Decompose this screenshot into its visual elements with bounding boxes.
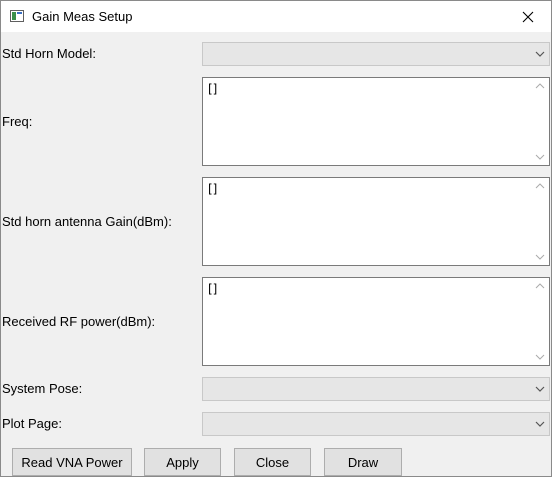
system-pose-combobox[interactable]	[202, 377, 550, 401]
std-horn-model-combobox[interactable]	[202, 42, 550, 66]
std-horn-gain-label: Std horn antenna Gain(dBm):	[2, 214, 172, 229]
chevron-down-icon	[535, 386, 545, 392]
received-rf-power-label: Received RF power(dBm):	[2, 314, 156, 329]
received-rf-power-value: []	[208, 282, 218, 296]
window-title: Gain Meas Setup	[32, 9, 133, 24]
app-window-icon	[10, 10, 24, 22]
received-rf-power-textarea[interactable]: []	[202, 277, 550, 366]
window-close-button[interactable]	[505, 1, 551, 32]
read-vna-power-button[interactable]: Read VNA Power	[12, 448, 132, 476]
apply-button[interactable]: Apply	[144, 448, 221, 476]
scroll-down-icon[interactable]	[535, 254, 545, 260]
title-bar: Gain Meas Setup	[1, 1, 551, 32]
close-button[interactable]: Close	[234, 448, 311, 476]
scroll-down-icon[interactable]	[535, 154, 545, 160]
scroll-up-icon[interactable]	[535, 183, 545, 189]
chevron-down-icon	[535, 51, 545, 57]
system-pose-label: System Pose:	[2, 381, 83, 396]
freq-label: Freq:	[2, 114, 33, 129]
scroll-down-icon[interactable]	[535, 354, 545, 360]
chevron-down-icon	[535, 421, 545, 427]
scroll-up-icon[interactable]	[535, 83, 545, 89]
std-horn-gain-value: []	[208, 182, 218, 196]
std-horn-model-label: Std Horn Model:	[2, 46, 96, 61]
draw-button[interactable]: Draw	[324, 448, 402, 476]
plot-page-label: Plot Page:	[2, 416, 62, 431]
freq-textarea[interactable]: []	[202, 77, 550, 166]
freq-value: []	[208, 82, 218, 96]
plot-page-combobox[interactable]	[202, 412, 550, 436]
std-horn-gain-textarea[interactable]: []	[202, 177, 550, 266]
gain-meas-setup-window: Gain Meas Setup Std Horn Model: Freq: []…	[0, 0, 552, 477]
scroll-up-icon[interactable]	[535, 283, 545, 289]
close-icon	[522, 11, 534, 22]
